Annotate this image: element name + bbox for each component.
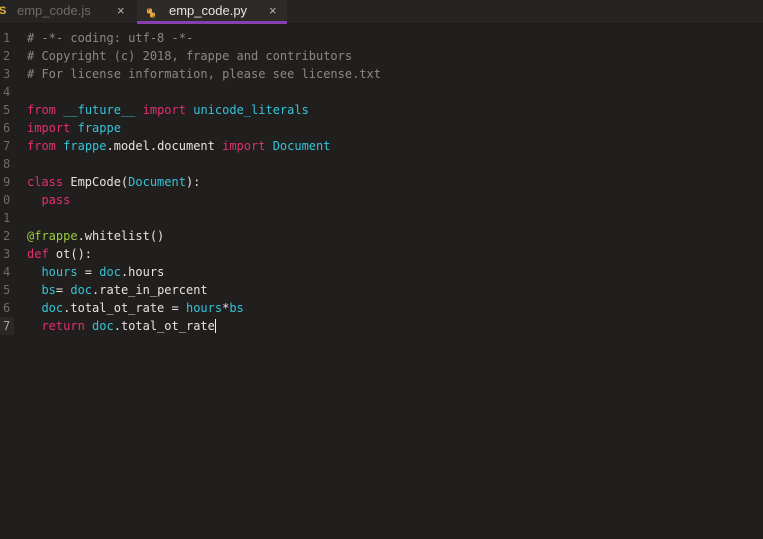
code-token: hours bbox=[185, 301, 223, 315]
code-token: doc bbox=[41, 301, 64, 315]
code-token: bs bbox=[229, 301, 244, 315]
python-icon bbox=[146, 4, 156, 18]
code-token: import bbox=[142, 103, 186, 117]
line-number: 6 bbox=[3, 301, 11, 315]
line-number: 3 bbox=[3, 247, 11, 261]
code-token: doc bbox=[92, 319, 114, 333]
code-token: # Copyright (c) 2018, frappe and contrib… bbox=[27, 49, 353, 63]
code-line[interactable]: @frappe.whitelist() bbox=[27, 227, 747, 245]
javascript-file-icon: S bbox=[0, 5, 7, 17]
tab-bar: S emp_code.js × emp_code.py × bbox=[0, 0, 763, 24]
code-line[interactable]: pass bbox=[27, 191, 747, 209]
code-token: .total_ot_rate = bbox=[63, 301, 186, 315]
code-token: = bbox=[55, 283, 71, 297]
code-line[interactable]: import frappe bbox=[27, 119, 747, 137]
code-token: def bbox=[27, 247, 49, 261]
text-cursor bbox=[214, 319, 216, 333]
code-token: ): bbox=[185, 175, 201, 189]
code-line[interactable]: # For license information, please see li… bbox=[27, 65, 747, 83]
code-token: .model.document bbox=[106, 139, 223, 153]
code-token: ot(): bbox=[48, 247, 93, 261]
line-number: 2 bbox=[3, 229, 11, 243]
code-token: pass bbox=[41, 193, 71, 207]
tab-emp-code-js[interactable]: S emp_code.js × bbox=[0, 0, 137, 24]
line-number: 3 bbox=[3, 67, 11, 81]
line-number: 2 bbox=[3, 49, 11, 63]
code-line[interactable] bbox=[27, 209, 747, 227]
code-token: unicode_literals bbox=[193, 103, 309, 117]
code-token: # For license information, please see li… bbox=[27, 67, 382, 81]
code-token: doc bbox=[99, 265, 121, 279]
code-line[interactable] bbox=[27, 155, 747, 173]
line-number: 1 bbox=[3, 31, 11, 45]
line-number: 9 bbox=[3, 175, 11, 189]
code-line[interactable]: class EmpCode(Document): bbox=[27, 173, 747, 191]
code-token: .rate_in_percent bbox=[92, 283, 208, 297]
code-token: frappe bbox=[77, 121, 121, 135]
line-number-gutter: 1 2 3 4 5 6 7 8 9 0 1 2 3 4 5 6 7 bbox=[0, 29, 14, 335]
code-token: .total_ot_rate bbox=[113, 319, 215, 333]
tab-label: emp_code.py bbox=[169, 3, 248, 18]
code-token: doc bbox=[70, 283, 93, 297]
line-number: 7 bbox=[0, 317, 14, 335]
code-line[interactable]: def ot(): bbox=[27, 245, 747, 263]
code-area[interactable]: # -*- coding: utf-8 -*- # Copyright (c) 2… bbox=[27, 29, 747, 335]
code-line[interactable]: # -*- coding: utf-8 -*- bbox=[27, 29, 747, 47]
code-line[interactable]: from frappe.model.document import Docume… bbox=[27, 137, 747, 155]
code-line[interactable]: return doc.total_ot_rate bbox=[27, 317, 747, 335]
code-token: EmpCode( bbox=[63, 175, 129, 189]
code-token: Document bbox=[128, 175, 186, 189]
line-number: 7 bbox=[3, 139, 11, 153]
code-token: .hours bbox=[120, 265, 165, 279]
python-icon-shape bbox=[147, 8, 155, 18]
code-token: Document bbox=[272, 139, 331, 153]
code-token: import bbox=[222, 139, 266, 153]
code-token: return bbox=[41, 319, 85, 333]
line-number: 4 bbox=[3, 265, 11, 279]
code-token: from bbox=[27, 103, 56, 117]
code-editor[interactable]: 1 2 3 4 5 6 7 8 9 0 1 2 3 4 5 6 7 # -*- coding: utf-8 -*… bbox=[0, 29, 763, 539]
code-token: @frappe bbox=[27, 229, 78, 243]
code-line[interactable]: hours = doc.hours bbox=[27, 263, 747, 281]
code-line[interactable]: bs= doc.rate_in_percent bbox=[27, 281, 747, 299]
code-line[interactable] bbox=[27, 83, 747, 101]
code-token: import bbox=[27, 121, 71, 135]
code-line[interactable]: from __future__ import unicode_literals bbox=[27, 101, 747, 119]
tab-label: emp_code.js bbox=[17, 3, 91, 18]
code-token: from bbox=[27, 139, 56, 153]
close-icon[interactable]: × bbox=[269, 0, 277, 22]
code-token: class bbox=[27, 175, 64, 189]
close-icon[interactable]: × bbox=[117, 0, 125, 22]
line-number: 8 bbox=[3, 157, 11, 171]
line-number: 6 bbox=[3, 121, 11, 135]
code-token: = bbox=[77, 265, 100, 279]
code-token: hours bbox=[41, 265, 78, 279]
line-number: 5 bbox=[3, 103, 11, 117]
line-number: 1 bbox=[3, 211, 11, 225]
line-number: 5 bbox=[3, 283, 11, 297]
tab-emp-code-py[interactable]: emp_code.py × bbox=[137, 0, 287, 24]
line-number: 0 bbox=[3, 193, 11, 207]
code-token: frappe bbox=[63, 139, 107, 153]
code-line[interactable]: doc.total_ot_rate = hours*bs bbox=[27, 299, 747, 317]
line-number: 4 bbox=[3, 85, 11, 99]
code-token: __future__ bbox=[63, 103, 136, 117]
code-token: bs bbox=[41, 283, 56, 297]
code-line[interactable]: # Copyright (c) 2018, frappe and contrib… bbox=[27, 47, 747, 65]
code-token: # -*- coding: utf-8 -*- bbox=[27, 31, 194, 45]
code-token: .whitelist() bbox=[77, 229, 165, 243]
